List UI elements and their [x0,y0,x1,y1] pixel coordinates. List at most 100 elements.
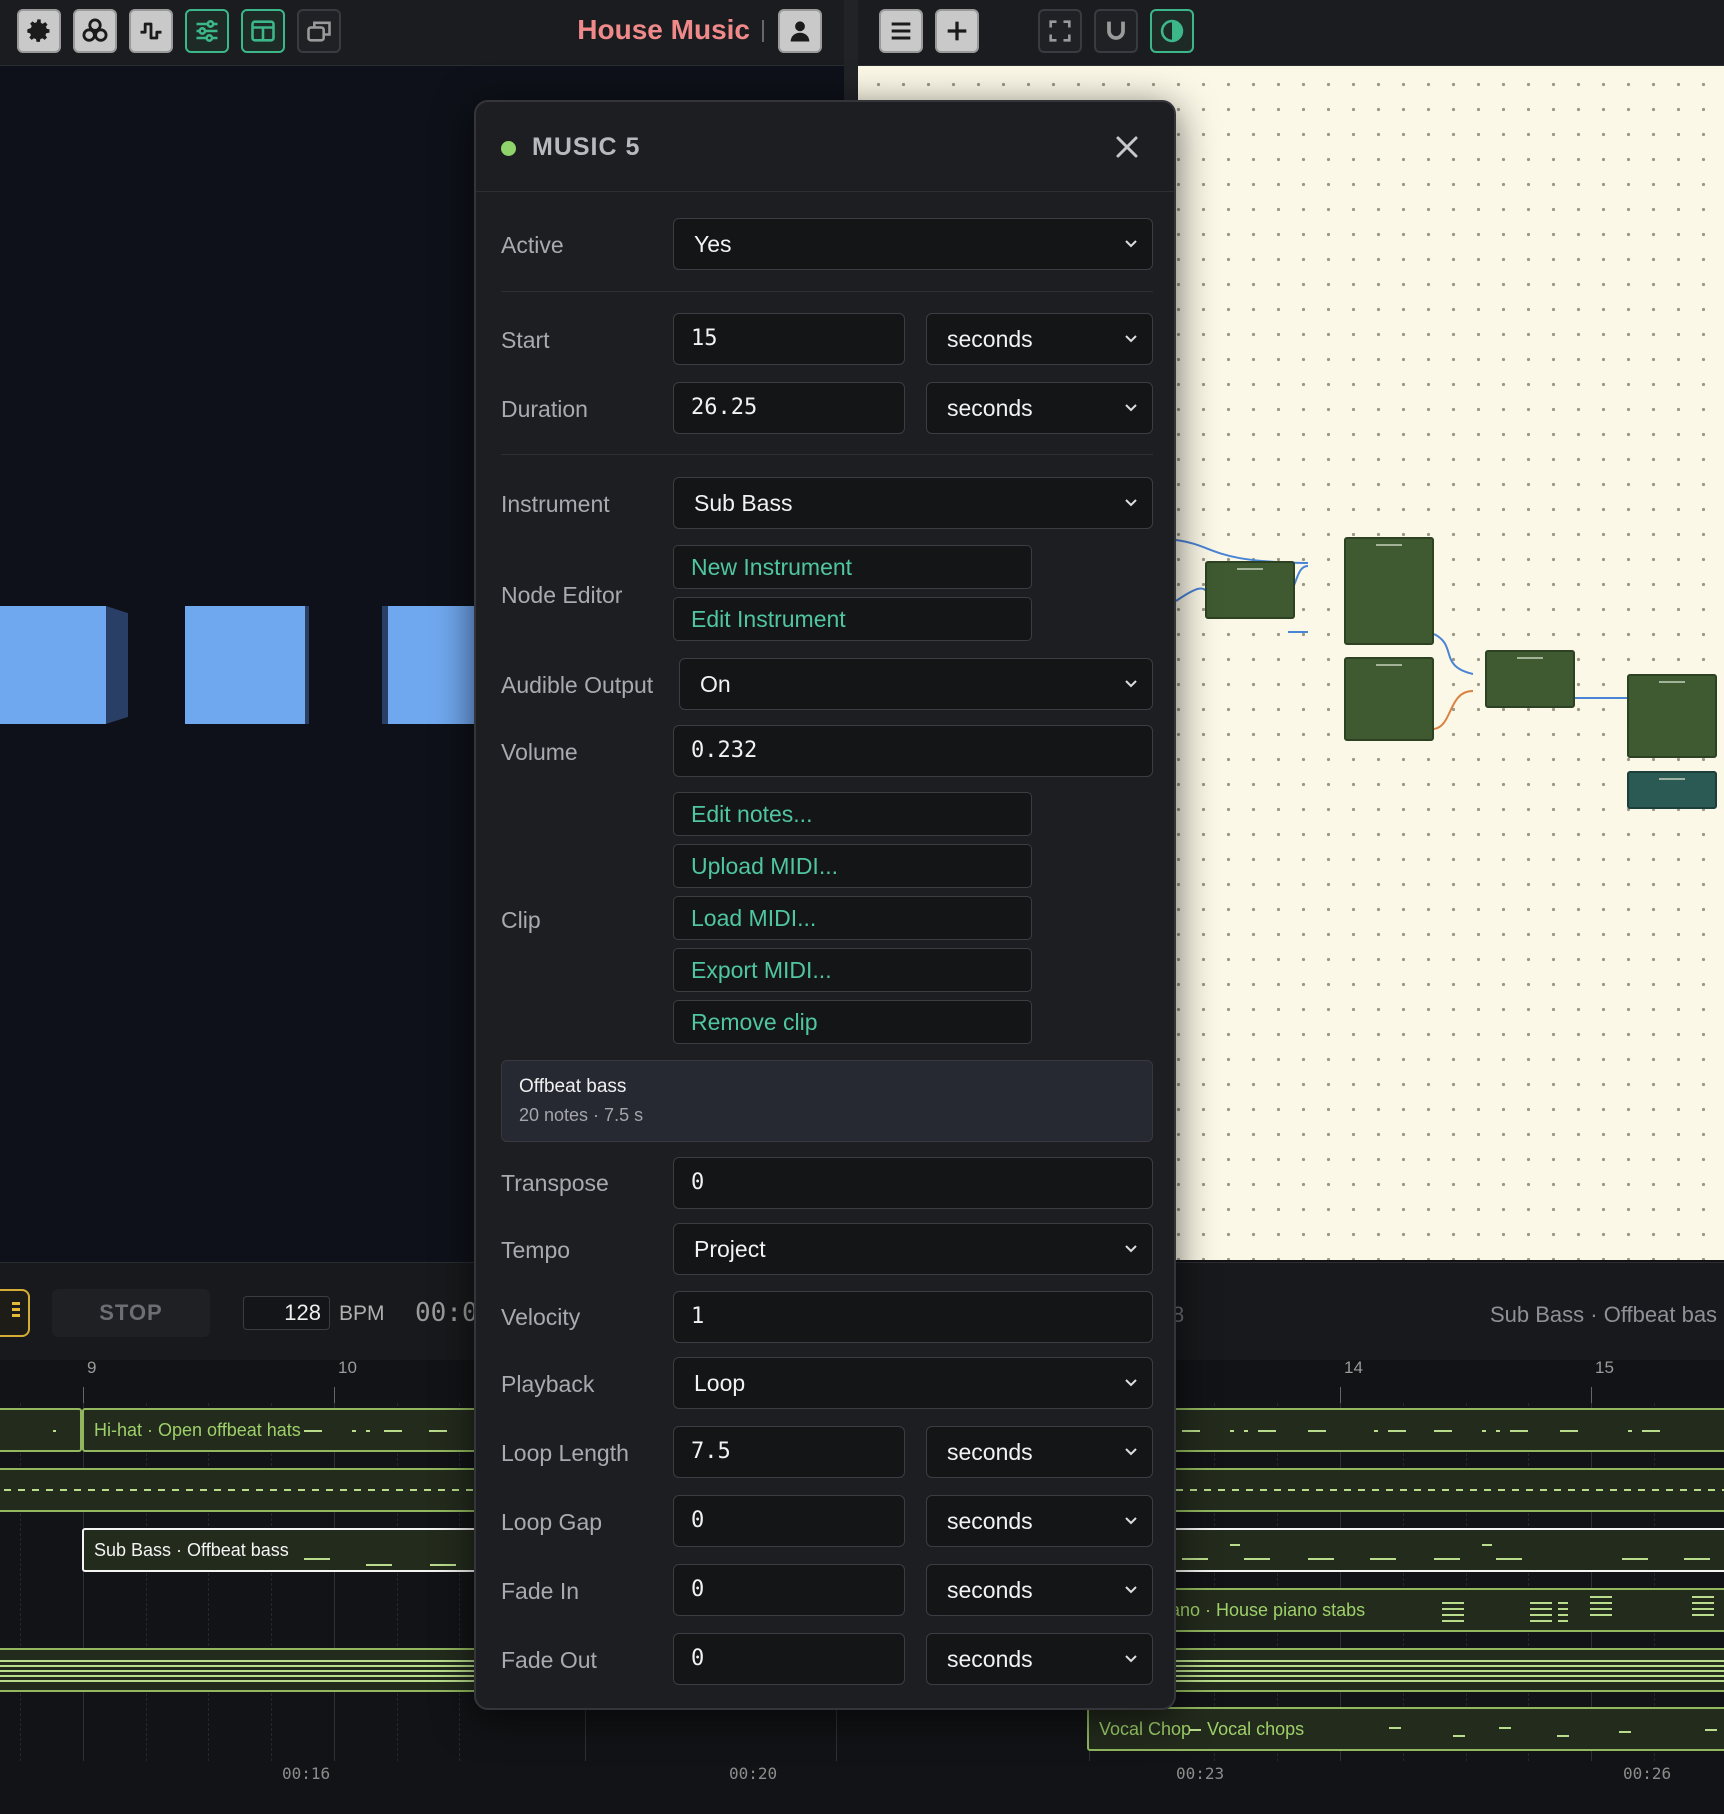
track-clip-hihat[interactable]: Hi-hat · Open offbeat hats [82,1408,482,1452]
loop-gap-unit-select[interactable]: seconds [926,1495,1153,1547]
time-label: 00:26 [1623,1764,1672,1783]
note [1244,1430,1248,1432]
stop-button[interactable]: STOP [52,1289,210,1337]
load-midi-button[interactable]: Load MIDI... [673,896,1032,940]
track-clip-kick[interactable] [0,1468,482,1512]
play-button[interactable] [0,1289,30,1337]
track-clip[interactable] [0,1408,82,1452]
divider [501,291,1153,292]
track-clip-vocal[interactable]: Vocal Chop · Vocal chops [1087,1707,1724,1751]
mixer-button[interactable] [185,9,229,53]
waveform-button[interactable] [129,9,173,53]
loop-length-input[interactable]: 7.5 [673,1426,905,1478]
clip-meta: 20 notes · 7.5 s [519,1105,644,1125]
snap-button[interactable] [1094,9,1138,53]
account-button[interactable] [778,9,822,53]
chord [1530,1602,1552,1604]
velocity-node[interactable] [1627,771,1717,809]
fade-out-input[interactable]: 0 [673,1633,905,1685]
oscillator-node[interactable] [1627,674,1717,758]
time-display: 00:0 [415,1298,478,1328]
transpose-input[interactable]: 0 [673,1157,1153,1209]
note [1560,1430,1578,1432]
chevron-down-icon [1125,499,1137,507]
loop-length-label: Loop Length [501,1440,629,1466]
track-clip-pad-right[interactable] [1160,1648,1724,1692]
gain-node[interactable] [1205,561,1295,619]
active-select[interactable]: Yes [673,218,1153,270]
duration-input[interactable]: 26.25 [673,382,905,434]
chevron-down-icon [1125,1586,1137,1594]
loop-length-unit-select[interactable]: seconds [926,1426,1153,1478]
playback-select[interactable]: Loop [673,1357,1153,1409]
fullscreen-button[interactable] [1038,9,1082,53]
fade-out-unit-select[interactable]: seconds [926,1633,1153,1685]
new-instrument-button[interactable]: New Instrument [673,545,1032,589]
track-clip-pad[interactable] [0,1648,482,1692]
waveform-icon [140,22,162,40]
note [1628,1430,1632,1432]
export-midi-button[interactable]: Export MIDI... [673,948,1032,992]
menu-button[interactable] [879,9,923,53]
loop-gap-label: Loop Gap [501,1509,603,1535]
loop-gap-input[interactable]: 0 [673,1495,905,1547]
envelope-node[interactable] [1344,657,1434,741]
track-clip-kick-right[interactable] [1160,1468,1724,1512]
divider [501,454,1153,455]
beat-line [208,1403,209,1761]
duration-unit: seconds [947,395,1033,421]
track-clip-subbass[interactable]: Sub Bass · Offbeat bass [82,1528,482,1572]
windows-button[interactable] [297,9,341,53]
chevron-down-icon [1125,1379,1137,1387]
bpm-input[interactable]: 128 [243,1296,330,1330]
beat-line [397,1403,398,1761]
duration-label: Duration [501,396,588,422]
add-node-button[interactable] [935,9,979,53]
edit-notes-button[interactable]: Edit notes... [673,792,1032,836]
chevron-down-icon [1125,680,1137,688]
bar-line [83,1403,84,1761]
layout-button[interactable] [241,9,285,53]
upload-midi-button[interactable]: Upload MIDI... [673,844,1032,888]
fade-in-unit: seconds [947,1577,1033,1603]
audible-output-label: Audible Output [501,672,654,698]
start-unit-select[interactable]: seconds [926,313,1153,365]
volume-input[interactable]: 0.232 [673,725,1153,777]
status-dot [501,141,516,156]
velocity-input[interactable]: 1 [673,1291,1153,1343]
remove-clip-button[interactable]: Remove clip [673,1000,1032,1044]
beat-line [20,1403,21,1761]
theme-toggle-button[interactable] [1150,9,1194,53]
fade-out-label: Fade Out [501,1647,597,1673]
audible-output-select[interactable]: On [679,658,1153,710]
note-run [0,1660,480,1682]
start-input[interactable]: 15 [673,313,905,365]
user-icon [790,21,810,42]
project-title: House Music [577,14,750,45]
chevron-down-icon [1125,404,1137,412]
playback-value: Loop [694,1370,746,1396]
title-separator [762,20,764,42]
edit-instrument-button[interactable]: Edit Instrument [673,597,1032,641]
note [1182,1558,1208,1560]
note [1619,1731,1631,1733]
mixer-node[interactable] [1344,537,1434,645]
settings-button[interactable] [17,9,61,53]
instrument-select[interactable]: Sub Bass [673,477,1153,529]
close-button[interactable] [1110,130,1144,164]
tempo-select[interactable]: Project [673,1223,1153,1275]
chord [1590,1596,1612,1598]
fade-in-unit-select[interactable]: seconds [926,1564,1153,1616]
fade-in-input[interactable]: 0 [673,1564,905,1616]
effects-button[interactable] [73,9,117,53]
track-clip-subbass-right[interactable] [1160,1528,1724,1572]
track-clip-piano[interactable]: ano · House piano stabs [1160,1588,1724,1632]
ruler-label: 10 [338,1358,357,1377]
note [1230,1544,1240,1546]
chevron-down-icon [1125,335,1137,343]
track-clip-hihat-right[interactable] [1160,1408,1724,1452]
duration-unit-select[interactable]: seconds [926,382,1153,434]
gain-node-2[interactable] [1485,650,1575,708]
chevron-down-icon [1125,1245,1137,1253]
chord [1692,1596,1714,1598]
